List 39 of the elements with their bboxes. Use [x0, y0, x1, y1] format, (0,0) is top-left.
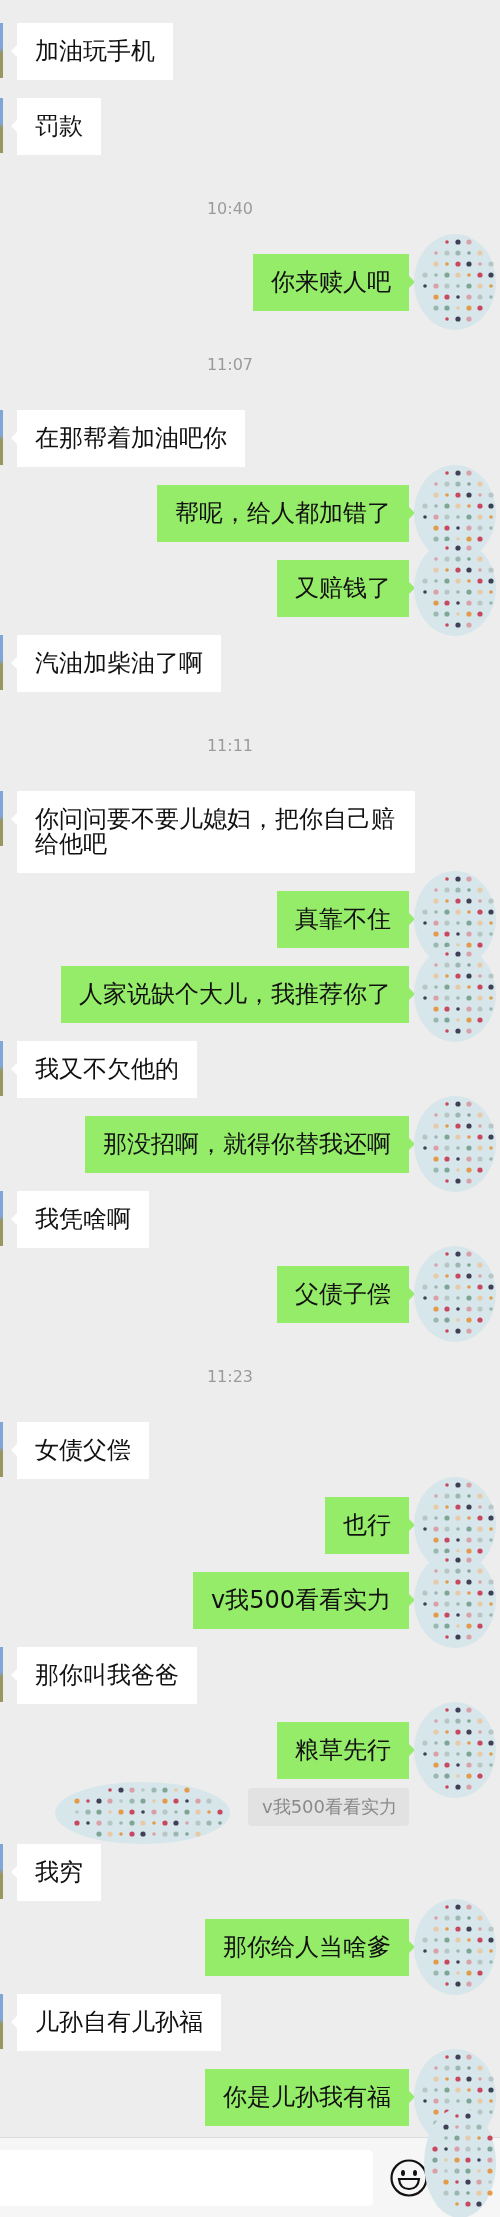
- message-bubble[interactable]: 你来赎人吧: [253, 254, 415, 311]
- message-bubble[interactable]: 罚款: [11, 98, 101, 155]
- timestamp: 11:23: [206, 1366, 254, 1388]
- message-bubble[interactable]: 我又不欠他的: [11, 1041, 197, 1098]
- avatar[interactable]: [0, 1041, 3, 1096]
- message-bubble[interactable]: 女债父偿: [11, 1422, 149, 1479]
- message-bubble[interactable]: 粮草先行: [277, 1722, 415, 1779]
- message-bubble[interactable]: 加油玩手机: [11, 23, 173, 80]
- avatar[interactable]: [0, 635, 3, 690]
- message-bubble[interactable]: 又赔钱了: [277, 560, 415, 617]
- message-bubble[interactable]: 人家说缺个大儿，我推荐你了: [61, 966, 415, 1023]
- message-bubble[interactable]: 我凭啥啊: [11, 1191, 149, 1248]
- avatar[interactable]: [0, 791, 3, 846]
- message-bubble[interactable]: 我穷: [11, 1844, 101, 1901]
- avatar[interactable]: [0, 23, 3, 78]
- message-bubble[interactable]: 也行: [325, 1497, 415, 1554]
- avatar[interactable]: [0, 1994, 3, 2049]
- message-bubble[interactable]: v我500看看实力: [193, 1572, 415, 1629]
- message-bubble[interactable]: 儿孙自有儿孙福: [11, 1994, 221, 2051]
- emoji-icon[interactable]: [390, 2158, 428, 2197]
- message-bubble[interactable]: 那你叫我爸爸: [11, 1647, 197, 1704]
- message-bubble[interactable]: 你问问要不要儿媳妇，把你自己赔给他吧: [11, 791, 415, 873]
- message-bubble[interactable]: 真靠不住: [277, 891, 415, 948]
- avatar[interactable]: [0, 1647, 3, 1702]
- message-bubble[interactable]: 那你给人当啥爹: [205, 1919, 415, 1976]
- message-bubble[interactable]: 在那帮着加油吧你: [11, 410, 245, 467]
- message-bubble[interactable]: 汽油加柴油了啊: [11, 635, 221, 692]
- avatar[interactable]: [0, 1422, 3, 1477]
- timestamp: 11:07: [206, 354, 254, 376]
- message-bubble[interactable]: 父债子偿: [277, 1266, 415, 1323]
- avatar[interactable]: [0, 410, 3, 465]
- timestamp: 10:40: [206, 198, 254, 220]
- avatar[interactable]: [0, 98, 3, 153]
- message-bubble[interactable]: 你是儿孙我有福: [205, 2069, 415, 2126]
- timestamp: 11:11: [206, 735, 254, 757]
- message-bubble[interactable]: 帮呢，给人都加错了: [157, 485, 415, 542]
- avatar[interactable]: [0, 1191, 3, 1246]
- avatar[interactable]: [0, 1844, 3, 1899]
- message-bubble[interactable]: 那没招啊，就得你替我还啊: [85, 1116, 415, 1173]
